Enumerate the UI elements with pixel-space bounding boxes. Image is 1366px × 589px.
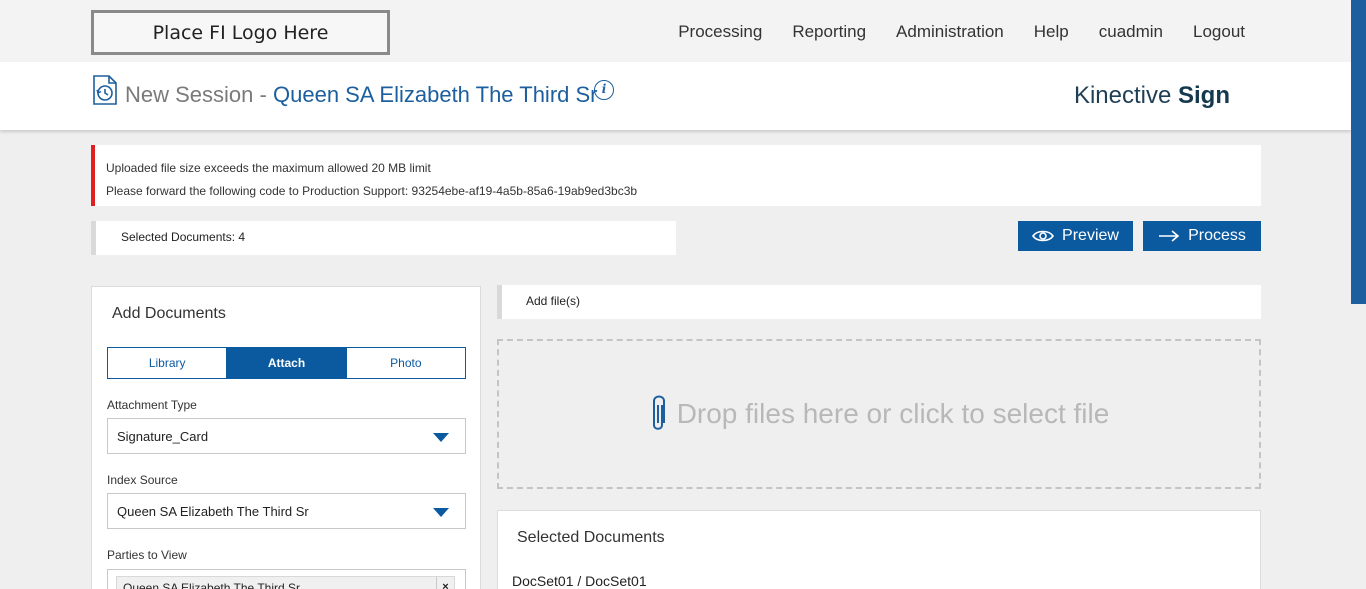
index-source-value: Queen SA Elizabeth The Third Sr — [117, 504, 309, 519]
tab-attach[interactable]: Attach — [227, 348, 347, 378]
session-header: New Session - Queen SA Elizabeth The Thi… — [0, 62, 1351, 130]
eye-icon — [1032, 230, 1055, 242]
index-source-label: Index Source — [107, 473, 178, 487]
party-chip-label: Queen SA Elizabeth The Third Sr — [123, 581, 300, 589]
list-item[interactable]: DocSet01 / DocSet01 — [512, 573, 647, 589]
process-button[interactable]: Process — [1143, 221, 1261, 251]
index-source-select[interactable]: Queen SA Elizabeth The Third Sr — [107, 493, 466, 529]
attachment-type-label: Attachment Type — [107, 398, 197, 412]
source-tabs: Library Attach Photo — [107, 347, 466, 379]
attachment-type-select[interactable]: Signature_Card — [107, 418, 466, 454]
session-customer-name: Queen SA Elizabeth The Third Sr — [273, 82, 598, 107]
nav-reporting[interactable]: Reporting — [792, 22, 866, 42]
tab-library[interactable]: Library — [108, 348, 228, 378]
alert-support-code: Please forward the following code to Pro… — [106, 184, 638, 198]
nav-help[interactable]: Help — [1034, 22, 1069, 42]
arrow-right-icon — [1159, 230, 1180, 242]
paperclip-icon — [652, 395, 665, 430]
party-chip: Queen SA Elizabeth The Third Sr × — [116, 576, 455, 589]
parties-to-view-label: Parties to View — [107, 548, 187, 562]
tab-photo[interactable]: Photo — [347, 348, 465, 378]
selected-documents-count: Selected Documents: 4 — [91, 221, 676, 255]
brand-bold: Sign — [1178, 82, 1230, 109]
top-bar: Place FI Logo Here Processing Reporting … — [0, 0, 1351, 62]
brand-light: Kinective — [1073, 82, 1172, 109]
main-nav: Processing Reporting Administration Help… — [678, 22, 1245, 42]
panel-title: Add Documents — [112, 305, 226, 322]
scrollbar-thumb[interactable] — [1351, 0, 1366, 304]
file-dropzone[interactable]: Drop files here or click to select file — [497, 339, 1261, 489]
fi-logo-placeholder: Place FI Logo Here — [91, 10, 390, 55]
parties-to-view-multiselect[interactable]: Queen SA Elizabeth The Third Sr × — [107, 569, 466, 589]
brand-logo: Kinective Sign — [1074, 82, 1230, 110]
process-label: Process — [1188, 227, 1246, 244]
nav-processing[interactable]: Processing — [678, 22, 762, 42]
add-files-header: Add file(s) — [497, 285, 1261, 319]
session-title-prefix: New Session - — [125, 82, 267, 107]
selected-documents-panel: Selected Documents DocSet01 / DocSet01 — [497, 510, 1261, 589]
nav-administration[interactable]: Administration — [896, 22, 1004, 42]
session-history-icon — [93, 75, 117, 105]
add-documents-panel: Add Documents Library Attach Photo Attac… — [91, 286, 481, 589]
selected-documents-title: Selected Documents — [517, 529, 665, 546]
attachment-type-value: Signature_Card — [117, 429, 209, 444]
preview-label: Preview — [1062, 227, 1119, 244]
chevron-down-icon — [433, 433, 449, 442]
remove-party-icon[interactable]: × — [436, 577, 454, 589]
nav-logout[interactable]: Logout — [1193, 22, 1245, 42]
nav-user[interactable]: cuadmin — [1099, 22, 1163, 42]
error-alert: Uploaded file size exceeds the maximum a… — [91, 145, 1261, 206]
alert-message: Uploaded file size exceeds the maximum a… — [106, 161, 431, 175]
dropzone-text: Drop files here or click to select file — [676, 398, 1110, 429]
chevron-down-icon — [433, 508, 449, 517]
info-icon[interactable]: i — [594, 80, 614, 100]
preview-button[interactable]: Preview — [1018, 221, 1133, 251]
